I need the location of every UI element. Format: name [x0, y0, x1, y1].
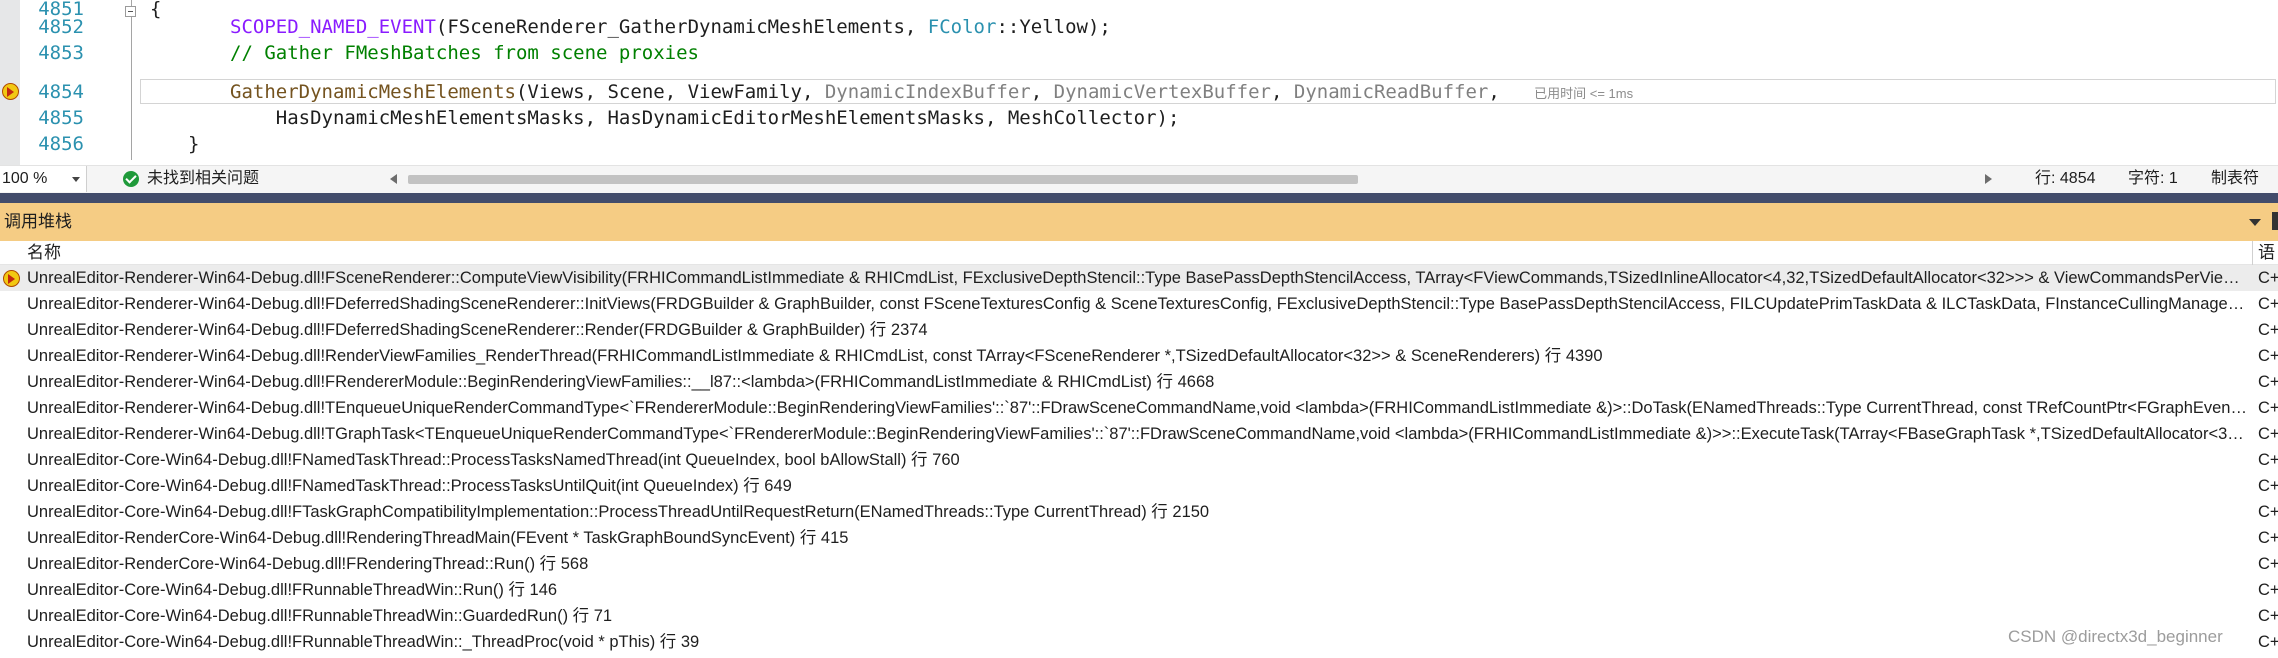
stack-frame-row[interactable]: UnrealEditor-Core-Win64-Debug.dll!FTaskG… [0, 499, 2278, 525]
frame-language: C++ [2258, 529, 2278, 547]
frame-name: UnrealEditor-Renderer-Win64-Debug.dll!TE… [27, 399, 2249, 417]
tabs-indicator[interactable]: 制表符 [2211, 166, 2259, 192]
check-circle-icon[interactable] [123, 171, 139, 187]
code-text: } [188, 133, 200, 155]
function-token: GatherDynamicMeshElements [230, 81, 516, 103]
window-menu-icon[interactable] [2249, 219, 2261, 226]
frame-name: UnrealEditor-Renderer-Win64-Debug.dll!Re… [27, 347, 1603, 365]
frame-name: UnrealEditor-Renderer-Win64-Debug.dll!FD… [27, 321, 928, 339]
code-token: (Views, Scene, ViewFamily, [515, 81, 825, 103]
frame-name: UnrealEditor-Core-Win64-Debug.dll!FRunna… [27, 607, 613, 625]
stack-frame-row[interactable]: UnrealEditor-Renderer-Win64-Debug.dll!FD… [0, 317, 2278, 343]
line-number: 4852 [38, 16, 84, 38]
chevron-down-icon [72, 177, 80, 182]
type-token: FColor [927, 16, 997, 38]
stack-frame-row[interactable]: UnrealEditor-Core-Win64-Debug.dll!FRunna… [0, 577, 2278, 603]
frame-name: UnrealEditor-Core-Win64-Debug.dll!FTaskG… [27, 503, 1210, 521]
line-number: 4854 [38, 81, 84, 103]
horizontal-scrollbar-thumb[interactable] [408, 175, 1358, 184]
char-indicator[interactable]: 字符: 1 [2128, 166, 2178, 192]
pin-icon[interactable] [2272, 212, 2278, 230]
stack-frame-row[interactable]: UnrealEditor-Renderer-Win64-Debug.dll!FR… [0, 369, 2278, 395]
stack-frame-row[interactable]: UnrealEditor-Core-Win64-Debug.dll!FNamed… [0, 447, 2278, 473]
code-text: SCOPED_NAMED_EVENT(FSceneRenderer_Gather… [230, 14, 1111, 40]
stack-frame-row[interactable]: UnrealEditor-RenderCore-Win64-Debug.dll!… [0, 525, 2278, 551]
zoom-value: 100 % [2, 170, 48, 187]
frame-name: UnrealEditor-Core-Win64-Debug.dll!FRunna… [27, 633, 700, 651]
frame-name: UnrealEditor-Renderer-Win64-Debug.dll!FD… [27, 295, 2249, 313]
column-header-language[interactable]: 语 [2258, 241, 2275, 265]
frame-name: UnrealEditor-RenderCore-Win64-Debug.dll!… [27, 529, 849, 547]
line-number: 4853 [38, 42, 84, 64]
frame-language: C++ [2258, 347, 2278, 365]
stack-frame-row[interactable]: UnrealEditor-RenderCore-Win64-Debug.dll!… [0, 551, 2278, 577]
frame-language: C++ [2258, 373, 2278, 391]
line-number: 4856 [38, 133, 84, 155]
stack-frame-row[interactable]: UnrealEditor-Renderer-Win64-Debug.dll!FD… [0, 291, 2278, 317]
scroll-left-icon[interactable] [390, 174, 397, 184]
zoom-dropdown[interactable]: 100 % [0, 166, 87, 192]
code-line[interactable]: 4856 } [0, 131, 2278, 157]
frame-language: C++ [2258, 607, 2278, 625]
code-token: , [1030, 81, 1054, 103]
stack-frame-row[interactable]: UnrealEditor-Core-Win64-Debug.dll!FNamed… [0, 473, 2278, 499]
frame-language: C++ [2258, 633, 2278, 651]
frame-language: C++ [2258, 477, 2278, 495]
callstack-title-bar[interactable]: 调用堆栈 [0, 203, 2278, 241]
frame-language: C++ [2258, 269, 2278, 287]
stack-frame-row[interactable]: UnrealEditor-Renderer-Win64-Debug.dll!TG… [0, 421, 2278, 447]
callstack-list[interactable]: UnrealEditor-Renderer-Win64-Debug.dll!FS… [0, 265, 2278, 658]
stack-frame-row[interactable]: UnrealEditor-Renderer-Win64-Debug.dll!TE… [0, 395, 2278, 421]
code-token: ::Yellow); [996, 16, 1111, 38]
frame-name: UnrealEditor-Core-Win64-Debug.dll!FNamed… [27, 451, 960, 469]
watermark: CSDN @directx3d_beginner [2008, 627, 2223, 646]
code-line-current[interactable]: 4854 GatherDynamicMeshElements(Views, Sc… [0, 79, 2278, 105]
frame-language: C++ [2258, 399, 2278, 417]
frame-language: C++ [2258, 503, 2278, 521]
code-token: (FSceneRenderer_GatherDynamicMeshElement… [435, 16, 928, 38]
code-token: DynamicReadBuffer [1293, 81, 1489, 103]
frame-name: UnrealEditor-Renderer-Win64-Debug.dll!FS… [27, 269, 2249, 287]
line-number: 4855 [38, 107, 84, 129]
code-line[interactable]: 4855 HasDynamicMeshElementsMasks, HasDyn… [0, 105, 2278, 131]
code-editor[interactable]: 4851 { 4852 SCOPED_NAMED_EVENT(FSceneRen… [0, 0, 2278, 165]
comment-text: // Gather FMeshBatches from scene proxie… [230, 42, 699, 64]
instruction-pointer-icon [2, 83, 19, 100]
column-separator[interactable] [2252, 241, 2253, 265]
frame-language: C++ [2258, 581, 2278, 599]
code-text: HasDynamicMeshElementsMasks, HasDynamicE… [230, 107, 1180, 129]
stack-frame-row[interactable]: UnrealEditor-Core-Win64-Debug.dll!FRunna… [0, 629, 2278, 655]
elapsed-time-hint: 已用时间 <= 1ms [1534, 86, 1634, 101]
editor-status-bar: 100 % 未找到相关问题 行: 4854 字符: 1 制表符 [0, 165, 2278, 193]
issues-status[interactable]: 未找到相关问题 [147, 166, 259, 192]
stack-frame-row[interactable]: UnrealEditor-Renderer-Win64-Debug.dll!Re… [0, 343, 2278, 369]
callstack-title: 调用堆栈 [4, 212, 72, 231]
window-splitter[interactable] [0, 193, 2278, 203]
code-token: , [1270, 81, 1294, 103]
scroll-right-icon[interactable] [1985, 174, 1992, 184]
column-header-name[interactable]: 名称 [27, 241, 61, 265]
code-token: , [1488, 81, 1500, 103]
frame-name: UnrealEditor-Core-Win64-Debug.dll!FRunna… [27, 581, 558, 599]
frame-language: C++ [2258, 451, 2278, 469]
frame-name: UnrealEditor-Renderer-Win64-Debug.dll!TG… [27, 425, 2249, 443]
frame-language: C++ [2258, 555, 2278, 573]
frame-name: UnrealEditor-RenderCore-Win64-Debug.dll!… [27, 555, 589, 573]
current-frame-icon [3, 270, 20, 287]
code-token: DynamicVertexBuffer [1053, 81, 1271, 103]
code-token: DynamicIndexBuffer [824, 81, 1031, 103]
code-text: GatherDynamicMeshElements(Views, Scene, … [230, 79, 1633, 107]
callstack-column-header: 名称 语 [0, 241, 2278, 265]
stack-frame-row[interactable]: UnrealEditor-Renderer-Win64-Debug.dll!FS… [0, 265, 2278, 291]
frame-language: C++ [2258, 295, 2278, 313]
code-line[interactable]: 4852 SCOPED_NAMED_EVENT(FSceneRenderer_G… [0, 14, 2278, 40]
frame-language: C++ [2258, 321, 2278, 339]
stack-frame-row[interactable]: UnrealEditor-Core-Win64-Debug.dll!FRunna… [0, 603, 2278, 629]
frame-name: UnrealEditor-Core-Win64-Debug.dll!FNamed… [27, 477, 792, 495]
frame-name: UnrealEditor-Renderer-Win64-Debug.dll!FR… [27, 373, 1215, 391]
code-line[interactable]: 4853 // Gather FMeshBatches from scene p… [0, 40, 2278, 66]
macro-token: SCOPED_NAMED_EVENT [230, 16, 436, 38]
frame-language: C++ [2258, 425, 2278, 443]
line-indicator[interactable]: 行: 4854 [2035, 166, 2096, 192]
